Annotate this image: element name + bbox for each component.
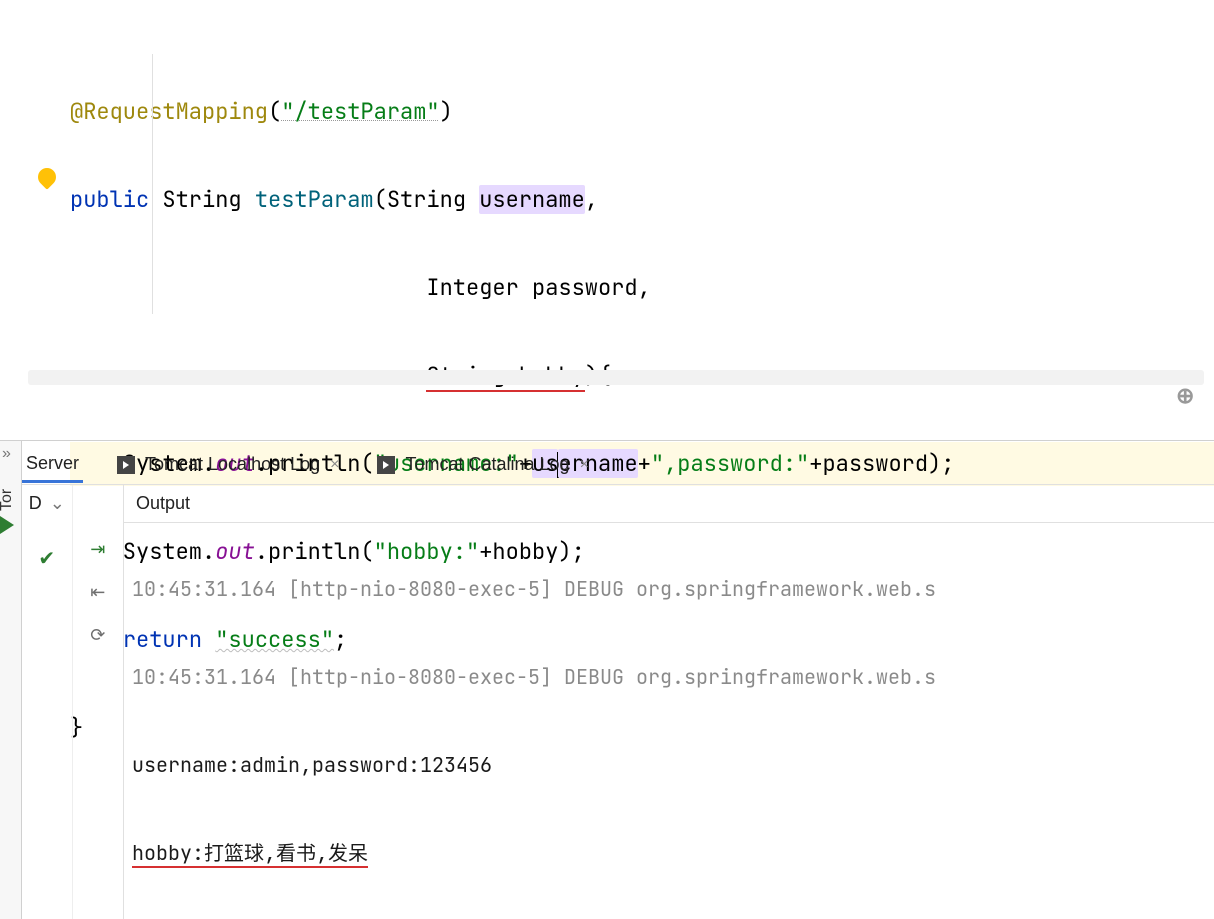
console-line[interactable]: 10:45:31.164 [http-nio-8080-exec-5] DEBU… — [132, 567, 1206, 611]
tab-label: Tomcat Catalina Log — [405, 454, 569, 475]
console-output[interactable]: 10:45:31.164 [http-nio-8080-exec-5] DEBU… — [124, 523, 1214, 919]
tool-window: » Tor Server Tomcat Localhost Log × Tomc… — [0, 440, 1214, 919]
tab-catalina-log[interactable]: Tomcat Catalina Log × — [373, 448, 592, 481]
intention-bulb-icon[interactable] — [34, 164, 59, 189]
check-icon[interactable]: ✔ — [37, 546, 57, 571]
console-line[interactable]: hobby:打篮球,看书,发呆 — [132, 831, 1206, 875]
tab-label: Tomcat Localhost Log — [145, 454, 320, 475]
tab-label: Server — [26, 453, 79, 474]
code-line[interactable]: Integer password, — [70, 266, 1214, 310]
code-editor[interactable]: @RequestMapping("/testParam") public Str… — [0, 0, 1214, 370]
output-panel: Output 10:45:31.164 [http-nio-8080-exec-… — [124, 485, 1214, 919]
add-icon[interactable]: ⊕ — [1176, 383, 1198, 405]
panel-body: D ⌄ ✔ ⇥ ⇤ ⟳ Output 10:45:31.164 [http-ni… — [22, 485, 1214, 919]
console-line[interactable]: 10:45:31.164 [http-nio-8080-exec-5] DEBU… — [132, 655, 1206, 699]
d-label: D — [29, 493, 42, 514]
tab-localhost-log[interactable]: Tomcat Localhost Log × — [113, 448, 343, 481]
code-line[interactable]: public String testParam(String username, — [70, 178, 1214, 222]
editor-gutter — [0, 0, 70, 370]
log-icon — [377, 456, 395, 474]
run-icon[interactable] — [0, 516, 14, 534]
code-line[interactable]: @RequestMapping("/testParam") — [70, 90, 1214, 134]
run-toolbar: D ⌄ ✔ ⇥ ⇤ ⟳ — [22, 485, 124, 919]
chevron-right-icon[interactable]: » — [2, 445, 11, 463]
horizontal-scrollbar[interactable] — [28, 370, 1204, 385]
hobby-output: hobby:打篮球,看书,发呆 — [132, 840, 368, 868]
output-title: Output — [124, 485, 1214, 523]
refresh-icon[interactable]: ⟳ — [88, 625, 108, 646]
annotation: @RequestMapping — [70, 97, 268, 126]
sidebar-label[interactable]: Tor — [0, 489, 16, 511]
run-tabs: Server Tomcat Localhost Log × Tomcat Cat… — [22, 441, 1214, 485]
deploy-icon[interactable]: ⇥ — [88, 539, 108, 560]
console-line[interactable]: username:admin,password:123456 — [132, 743, 1206, 787]
chevron-down-icon[interactable]: ⌄ — [50, 493, 65, 514]
log-icon — [117, 456, 135, 474]
tab-server[interactable]: Server — [22, 447, 83, 483]
request-path: "/testParam" — [281, 97, 439, 126]
close-icon[interactable]: × — [330, 456, 339, 474]
code-content[interactable]: @RequestMapping("/testParam") public Str… — [70, 0, 1214, 370]
undeploy-icon[interactable]: ⇤ — [88, 582, 108, 603]
collapse-column[interactable]: » Tor — [0, 441, 22, 919]
close-icon[interactable]: × — [580, 456, 589, 474]
indent-guide — [152, 54, 153, 314]
identifier-username: username — [479, 185, 585, 214]
